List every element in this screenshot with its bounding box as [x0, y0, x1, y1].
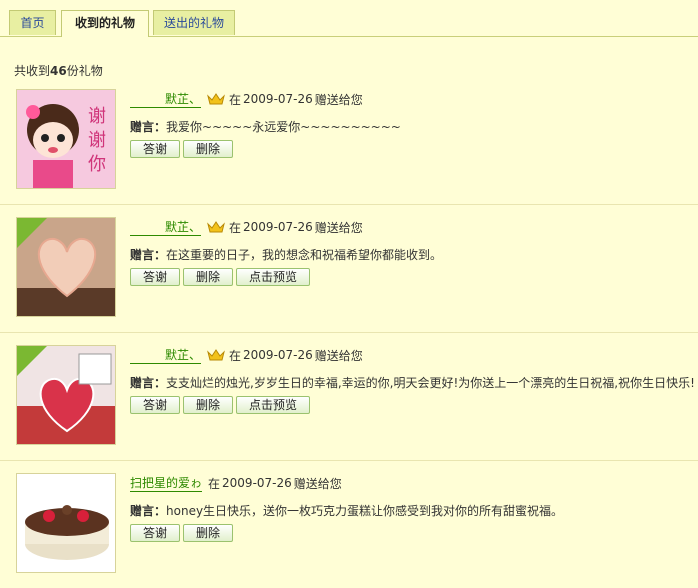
message-label: 赠言：: [130, 248, 167, 262]
sender-link[interactable]: 默芷、: [130, 90, 202, 108]
delete-button[interactable]: 删除: [183, 268, 234, 286]
tab-home[interactable]: 首页: [9, 10, 56, 35]
delete-button[interactable]: 删除: [183, 140, 234, 158]
gift-message: 赠言：在这重要的日子，我的想念和祝福希望你都能收到。: [130, 246, 442, 264]
heart-cake-gift-image: [17, 346, 115, 444]
gift-verb: 赠送给您: [314, 92, 363, 107]
delete-button[interactable]: 删除: [183, 396, 234, 414]
cartoon-girl-thankyou-image: 谢 谢 你: [17, 90, 115, 188]
preview-button[interactable]: 点击预览: [236, 396, 311, 414]
word-at: 在: [229, 348, 242, 363]
gift-thumbnail[interactable]: [16, 473, 116, 573]
word-at: 在: [208, 476, 221, 491]
gift-verb: 赠送给您: [293, 476, 342, 491]
gift-message: 赠言：支支灿烂的烛光,岁岁生日的幸福,幸运的你,明天会更好!为你送上一个漂亮的生…: [130, 374, 695, 392]
gift-date: 2009-07-26: [243, 348, 313, 362]
gift-thumbnail[interactable]: [16, 217, 116, 317]
gift-item: 默芷、 在 2009-07-26 赠送给您 赠言：在这重要的日子，我的想念和祝福…: [0, 204, 698, 333]
vip-crown-icon: [207, 348, 225, 362]
gift-item: 扫把星的爱ゎ 在 2009-07-26 赠送给您 赠言：honey生日快乐，送你…: [0, 460, 698, 588]
heart-book-gift-image: [17, 218, 115, 316]
thumb-text-2: 谢: [88, 130, 106, 151]
message-text: 在这重要的日子，我的想念和祝福希望你都能收到。: [166, 248, 443, 262]
thank-button[interactable]: 答谢: [130, 524, 181, 542]
message-label: 赠言：: [130, 376, 167, 390]
gift-thumbnail[interactable]: [16, 345, 116, 445]
vip-crown-icon: [207, 220, 225, 234]
delete-button[interactable]: 删除: [183, 524, 234, 542]
gift-item: 谢 谢 你 默芷、 在 2009-07-26 赠送给您 赠言：我爱你~~~~~永…: [0, 76, 698, 205]
thumb-text-1: 谢: [88, 106, 106, 127]
message-label: 赠言：: [130, 120, 167, 134]
sender-link[interactable]: 默芷、: [130, 346, 202, 364]
preview-button[interactable]: 点击预览: [236, 268, 311, 286]
sender-link[interactable]: 默芷、: [130, 218, 202, 236]
message-text: 我爱你~~~~~永远爱你~~~~~~~~~~: [166, 120, 401, 134]
message-label: 赠言：: [130, 504, 167, 518]
gift-item: 默芷、 在 2009-07-26 赠送给您 赠言：支支灿烂的烛光,岁岁生日的幸福…: [0, 332, 698, 461]
gift-date: 2009-07-26: [222, 476, 292, 490]
message-text: 支支灿烂的烛光,岁岁生日的幸福,幸运的你,明天会更好!为你送上一个漂亮的生日祝福…: [166, 376, 695, 390]
thank-button[interactable]: 答谢: [130, 396, 181, 414]
gift-date: 2009-07-26: [243, 220, 313, 234]
thumb-text-3: 你: [88, 154, 106, 175]
gift-message: 赠言：honey生日快乐，送你一枚巧克力蛋糕让你感受到我对你的所有甜蜜祝福。: [130, 502, 563, 520]
tab-received-gifts[interactable]: 收到的礼物: [61, 10, 149, 37]
gift-verb: 赠送给您: [314, 348, 363, 363]
vip-crown-icon: [207, 92, 225, 106]
thank-button[interactable]: 答谢: [130, 268, 181, 286]
gift-date: 2009-07-26: [243, 92, 313, 106]
word-at: 在: [229, 220, 242, 235]
tab-bar: 首页 收到的礼物 送出的礼物: [0, 0, 698, 37]
gift-thumbnail[interactable]: 谢 谢 你: [16, 89, 116, 189]
word-at: 在: [229, 92, 242, 107]
sender-link[interactable]: 扫把星的爱ゎ: [130, 474, 203, 492]
tab-sent-gifts[interactable]: 送出的礼物: [153, 10, 235, 35]
gift-message: 赠言：我爱你~~~~~永远爱你~~~~~~~~~~: [130, 118, 401, 136]
gift-verb: 赠送给您: [314, 220, 363, 235]
message-text: honey生日快乐，送你一枚巧克力蛋糕让你感受到我对你的所有甜蜜祝福。: [166, 504, 564, 518]
thank-button[interactable]: 答谢: [130, 140, 181, 158]
chocolate-cake-gift-image: [17, 474, 115, 572]
